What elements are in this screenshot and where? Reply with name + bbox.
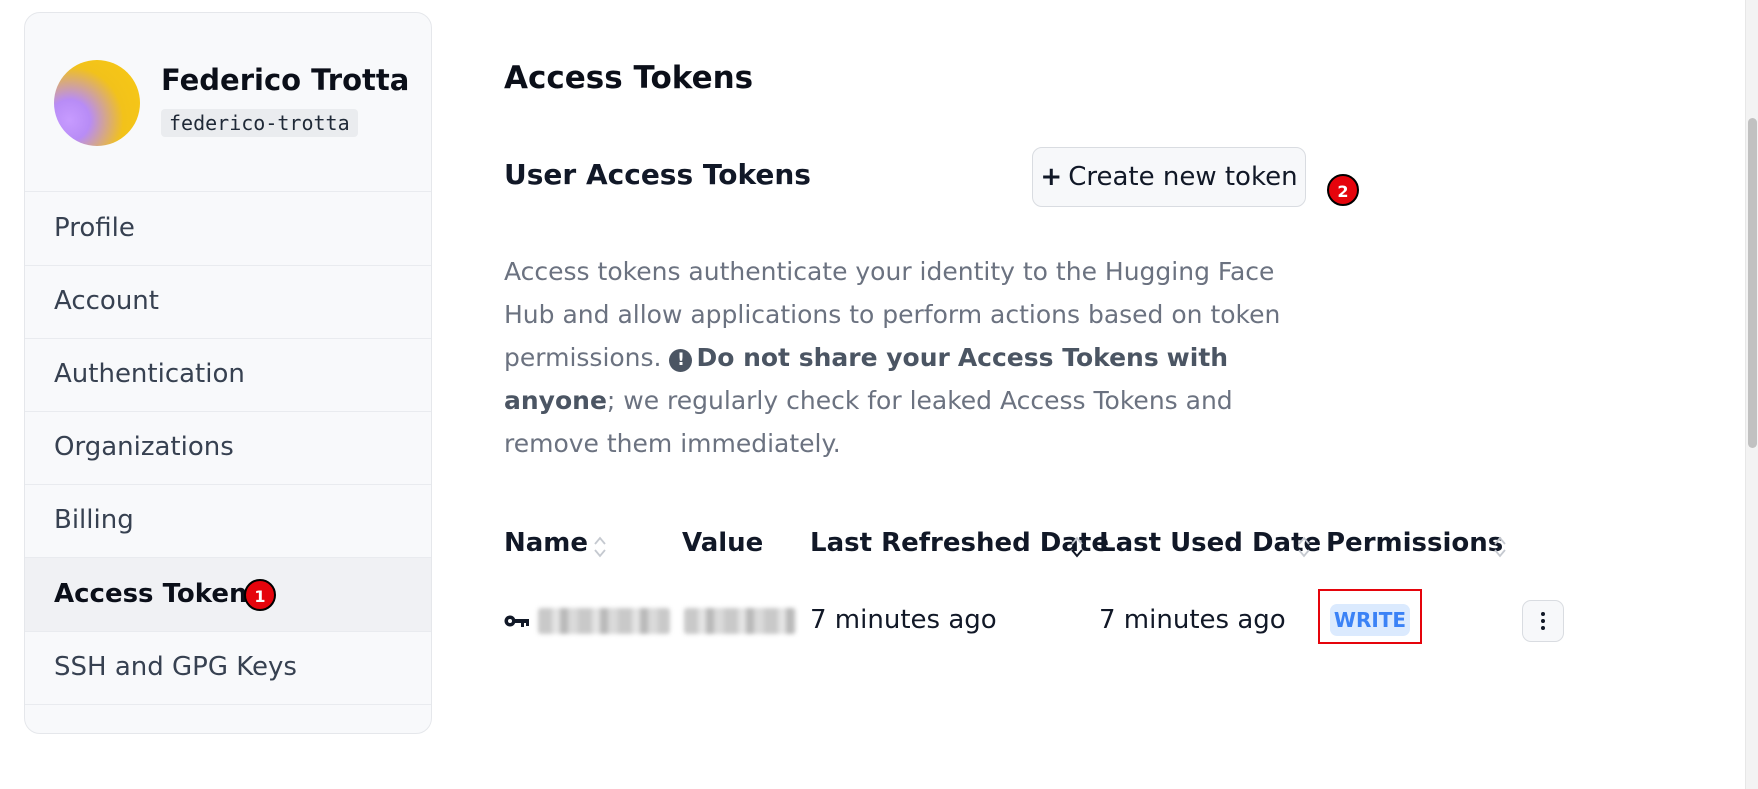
last-used-cell: 7 minutes ago — [1099, 605, 1286, 635]
section-title: User Access Tokens — [504, 158, 811, 191]
description-text-end: ; we regularly check for leaked Access T… — [504, 386, 1233, 458]
sidebar-item-organizations[interactable]: Organizations — [25, 411, 431, 485]
page-scrollbar[interactable] — [1745, 0, 1758, 789]
warning-text: Do not share your — [696, 343, 950, 372]
step-1-annotation: 1 — [244, 579, 276, 611]
sidebar-item-authentication[interactable]: Authentication — [25, 338, 431, 412]
user-name: Federico Trotta — [161, 63, 410, 97]
key-icon — [504, 615, 529, 627]
sort-icon[interactable] — [1493, 533, 1507, 561]
sidebar-item-label: SSH and GPG Keys — [54, 652, 297, 682]
column-header-last-used[interactable]: Last Used Date — [1099, 528, 1321, 558]
access-tokens-description: Access tokens authenticate your identity… — [504, 250, 1304, 465]
user-handle: federico-trotta — [161, 109, 358, 137]
sidebar-item-profile[interactable]: Profile — [25, 192, 431, 266]
token-name-redacted — [538, 608, 670, 634]
sidebar-item-access-tokens[interactable]: Access Tokens 1 — [25, 558, 431, 632]
create-new-token-label: Create new token — [1068, 162, 1298, 192]
page-title: Access Tokens — [504, 60, 754, 96]
sidebar-item-label: Access Tokens — [54, 579, 263, 609]
column-header-value: Value — [682, 528, 764, 558]
column-header-name[interactable]: Name — [504, 528, 588, 558]
exclamation-icon: ! — [669, 349, 693, 372]
sidebar-item-label: Organizations — [54, 432, 234, 462]
token-value-redacted — [684, 608, 796, 634]
more-vertical-icon — [1541, 612, 1545, 630]
scrollbar-thumb[interactable] — [1748, 118, 1757, 448]
warning-text-tokens: Access Tokens — [957, 343, 1159, 372]
sidebar-item-label: Profile — [54, 213, 135, 243]
step-2-annotation: 2 — [1327, 174, 1359, 206]
sort-icon[interactable] — [1297, 533, 1311, 561]
column-header-last-refreshed[interactable]: Last Refreshed Date — [810, 528, 1109, 558]
create-new-token-button[interactable]: + Create new token — [1032, 147, 1306, 207]
sidebar-item-label: Account — [54, 286, 159, 316]
plus-icon: + — [1040, 162, 1063, 192]
avatar[interactable] — [54, 60, 140, 146]
sidebar-item-label: Authentication — [54, 359, 245, 389]
sidebar-item-billing[interactable]: Billing — [25, 484, 431, 558]
last-refreshed-cell: 7 minutes ago — [810, 605, 997, 635]
user-profile-block: Federico Trotta federico-trotta — [25, 13, 431, 192]
sidebar-item-account[interactable]: Account — [25, 265, 431, 339]
sidebar-item-label: Billing — [54, 505, 134, 535]
settings-sidebar: Federico Trotta federico-trotta Profile … — [24, 12, 432, 734]
permission-badge: WRITE — [1330, 604, 1410, 636]
column-header-permissions[interactable]: Permissions — [1326, 528, 1503, 558]
sort-desc-icon[interactable] — [1070, 533, 1084, 561]
sort-icon[interactable] — [593, 533, 607, 561]
sidebar-item-ssh-gpg-keys[interactable]: SSH and GPG Keys — [25, 631, 431, 705]
row-actions-button[interactable] — [1522, 600, 1564, 642]
